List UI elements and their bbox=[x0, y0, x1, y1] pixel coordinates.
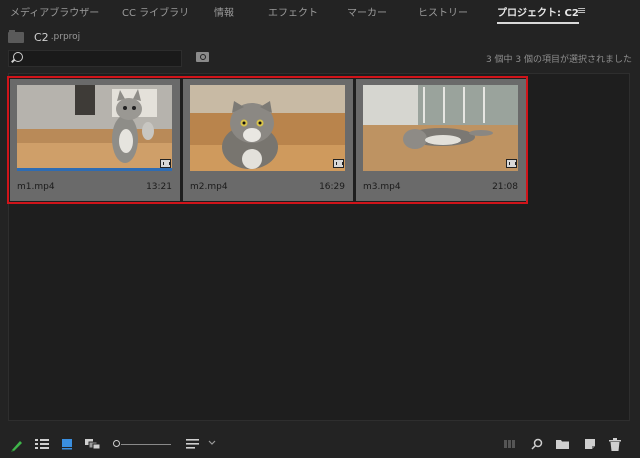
project-name: C2 bbox=[34, 30, 49, 44]
tab-effects[interactable]: エフェクト bbox=[268, 4, 318, 19]
folder-icon[interactable] bbox=[8, 29, 24, 43]
pencil-icon[interactable] bbox=[10, 438, 24, 452]
automate-to-sequence-icon bbox=[504, 440, 515, 448]
list-view-icon[interactable] bbox=[35, 438, 49, 450]
zoom-slider-track[interactable] bbox=[121, 444, 171, 445]
search-input[interactable] bbox=[8, 50, 182, 67]
chevron-down-icon[interactable] bbox=[208, 440, 216, 446]
find-icon[interactable] bbox=[531, 438, 543, 450]
project-path: C2 .prproj bbox=[8, 29, 80, 45]
panel-menu-icon[interactable]: ≡ bbox=[577, 4, 586, 17]
freeform-view-icon[interactable] bbox=[85, 438, 101, 450]
tab-cc-libraries[interactable]: CC ライブラリ bbox=[122, 4, 189, 19]
sort-icon[interactable] bbox=[186, 438, 200, 450]
tab-info[interactable]: 情報 bbox=[214, 4, 234, 19]
bottom-toolbar bbox=[0, 430, 640, 458]
tab-media-browser[interactable]: メディアブラウザー bbox=[10, 4, 99, 19]
selection-highlight bbox=[7, 76, 528, 204]
tab-project[interactable]: プロジェクト: C2 bbox=[497, 4, 579, 24]
new-bin-icon[interactable] bbox=[556, 438, 570, 450]
tab-markers[interactable]: マーカー bbox=[347, 4, 387, 19]
zoom-slider-handle[interactable] bbox=[113, 440, 120, 447]
new-item-icon[interactable] bbox=[584, 438, 596, 450]
icon-view-icon[interactable] bbox=[61, 438, 73, 450]
project-extension: .prproj bbox=[50, 32, 81, 42]
panel-tab-bar: メディアブラウザー CC ライブラリ 情報 エフェクト マーカー ヒストリー プ… bbox=[0, 0, 640, 24]
trash-icon[interactable] bbox=[609, 438, 621, 451]
tab-history[interactable]: ヒストリー bbox=[418, 4, 468, 19]
find-in-bin-icon[interactable] bbox=[196, 52, 209, 62]
search-icon bbox=[13, 52, 23, 62]
selection-status: 3 個中 3 個の項目が選択されました bbox=[485, 55, 632, 65]
